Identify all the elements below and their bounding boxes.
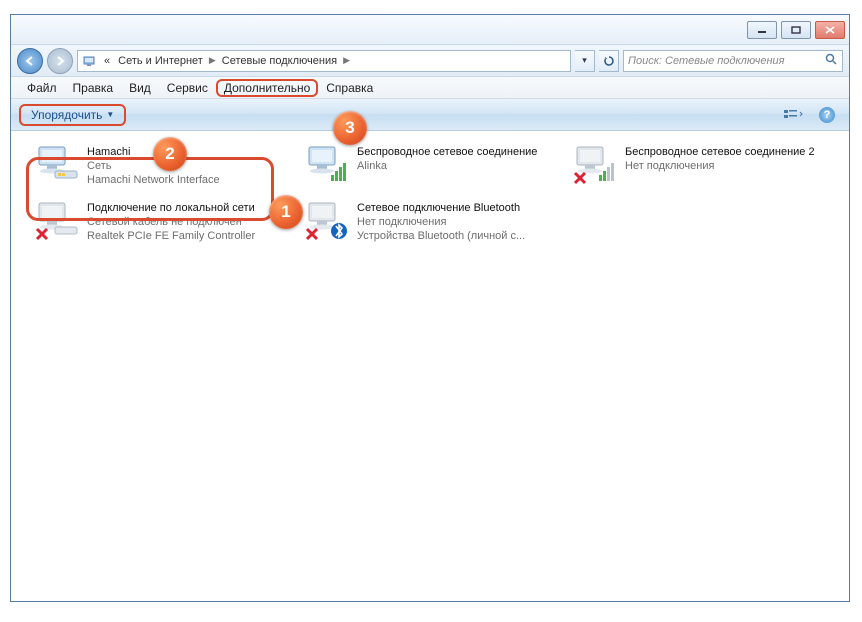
network-adapter-icon: [571, 143, 619, 187]
title-bar: [11, 15, 849, 45]
menu-view[interactable]: Вид: [121, 79, 159, 97]
connection-device: Realtek PCIe FE Family Controller: [87, 229, 255, 243]
organize-label: Упорядочить: [31, 108, 102, 122]
back-button[interactable]: [17, 48, 43, 74]
network-adapter-icon: [303, 143, 351, 187]
help-button[interactable]: ?: [813, 104, 841, 126]
connection-status: Сетевой кабель не подключен: [87, 215, 255, 229]
connection-lan[interactable]: Подключение по локальной сети Сетевой ка…: [33, 199, 283, 243]
connection-status: Нет подключения: [625, 159, 815, 173]
menu-file[interactable]: Файл: [19, 79, 65, 97]
connection-device: Hamachi Network Interface: [87, 173, 220, 187]
connection-name: Подключение по локальной сети: [87, 201, 255, 215]
maximize-button[interactable]: [781, 21, 811, 39]
nav-bar: « Сеть и Интернет ▶ Сетевые подключения …: [11, 45, 849, 77]
connection-bluetooth[interactable]: Сетевое подключение Bluetooth Нет подклю…: [303, 199, 553, 243]
connection-name: Сетевое подключение Bluetooth: [357, 201, 525, 215]
command-bar: Упорядочить ▼ ?: [11, 99, 849, 131]
connection-status: Alinka: [357, 159, 537, 173]
menu-edit[interactable]: Правка: [65, 79, 122, 97]
minimize-button[interactable]: [747, 21, 777, 39]
menu-bar: Файл Правка Вид Сервис Дополнительно Спр…: [11, 77, 849, 99]
menu-tools[interactable]: Сервис: [159, 79, 216, 97]
refresh-icon: [603, 55, 615, 67]
help-icon: ?: [819, 107, 835, 123]
connection-name: Hamachi: [87, 145, 220, 159]
network-adapter-icon: [303, 199, 351, 243]
view-icon: [783, 108, 803, 122]
menu-advanced[interactable]: Дополнительно: [216, 79, 318, 97]
search-placeholder: Поиск: Сетевые подключения: [628, 55, 819, 67]
connection-hamachi[interactable]: Hamachi Сеть Hamachi Network Interface: [33, 143, 283, 187]
connection-name: Беспроводное сетевое соединение 2: [625, 145, 815, 159]
connection-wifi[interactable]: Беспроводное сетевое соединение Alinka: [303, 143, 553, 187]
organize-button[interactable]: Упорядочить ▼: [19, 104, 126, 126]
search-icon: [825, 53, 838, 69]
network-adapter-icon: [33, 143, 81, 187]
breadcrumb-seg1[interactable]: Сеть и Интернет: [116, 55, 205, 67]
breadcrumb-sep-icon: ▶: [209, 55, 216, 66]
refresh-button[interactable]: [599, 50, 619, 72]
address-dropdown-button[interactable]: ▾: [575, 50, 595, 72]
search-box[interactable]: Поиск: Сетевые подключения: [623, 50, 843, 72]
forward-button[interactable]: [47, 48, 73, 74]
breadcrumb-prefix: «: [102, 55, 112, 67]
connection-status: Сеть: [87, 159, 220, 173]
content-area: Hamachi Сеть Hamachi Network Interface Б…: [11, 131, 849, 601]
network-folder-icon: [82, 54, 98, 68]
close-button[interactable]: [815, 21, 845, 39]
menu-help[interactable]: Справка: [318, 79, 381, 97]
connection-status: Нет подключения: [357, 215, 525, 229]
connection-wifi2[interactable]: Беспроводное сетевое соединение 2 Нет по…: [571, 143, 821, 187]
explorer-window: « Сеть и Интернет ▶ Сетевые подключения …: [10, 14, 850, 602]
breadcrumb-sep-icon: ▶: [343, 55, 350, 66]
address-bar[interactable]: « Сеть и Интернет ▶ Сетевые подключения …: [77, 50, 571, 72]
breadcrumb-seg2[interactable]: Сетевые подключения: [220, 55, 339, 67]
connection-device: Устройства Bluetooth (личной с...: [357, 229, 525, 243]
network-adapter-icon: [33, 199, 81, 243]
chevron-down-icon: ▼: [106, 110, 114, 119]
view-options-button[interactable]: [779, 104, 807, 126]
connection-name: Беспроводное сетевое соединение: [357, 145, 537, 159]
